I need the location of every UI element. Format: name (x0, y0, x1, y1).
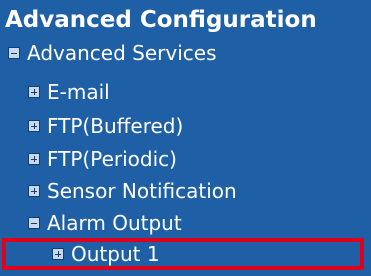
tree-item-label: FTP(Buffered) (47, 114, 184, 138)
tree-item-advanced-services[interactable]: Advanced Services (8, 38, 216, 68)
tree-item-label: Sensor Notification (47, 179, 237, 203)
minus-box-icon[interactable] (8, 47, 20, 59)
tree-item-output-1[interactable]: Output 1 (2, 238, 364, 270)
tree-item-ftp-buffered[interactable]: FTP(Buffered) (28, 111, 183, 141)
plus-box-icon[interactable] (52, 248, 64, 260)
minus-box-icon[interactable] (28, 217, 40, 229)
tree-item-label: Advanced Services (27, 41, 217, 65)
plus-box-icon[interactable] (28, 86, 40, 98)
tree-item-sensor-notification[interactable]: Sensor Notification (28, 176, 237, 206)
tree-item-label: E-mail (47, 80, 110, 104)
tree-item-alarm-output[interactable]: Alarm Output (28, 208, 182, 238)
tree-item-email[interactable]: E-mail (28, 77, 110, 107)
advanced-configuration-panel: Advanced Configuration Advanced Services… (0, 0, 371, 276)
tree-item-ftp-periodic[interactable]: FTP(Periodic) (28, 144, 177, 174)
panel-title: Advanced Configuration (5, 7, 317, 33)
plus-box-icon[interactable] (28, 185, 40, 197)
tree-item-label: Output 1 (71, 242, 160, 266)
tree-item-label: FTP(Periodic) (47, 147, 177, 171)
plus-box-icon[interactable] (28, 153, 40, 165)
tree-item-label: Alarm Output (47, 211, 182, 235)
plus-box-icon[interactable] (28, 120, 40, 132)
